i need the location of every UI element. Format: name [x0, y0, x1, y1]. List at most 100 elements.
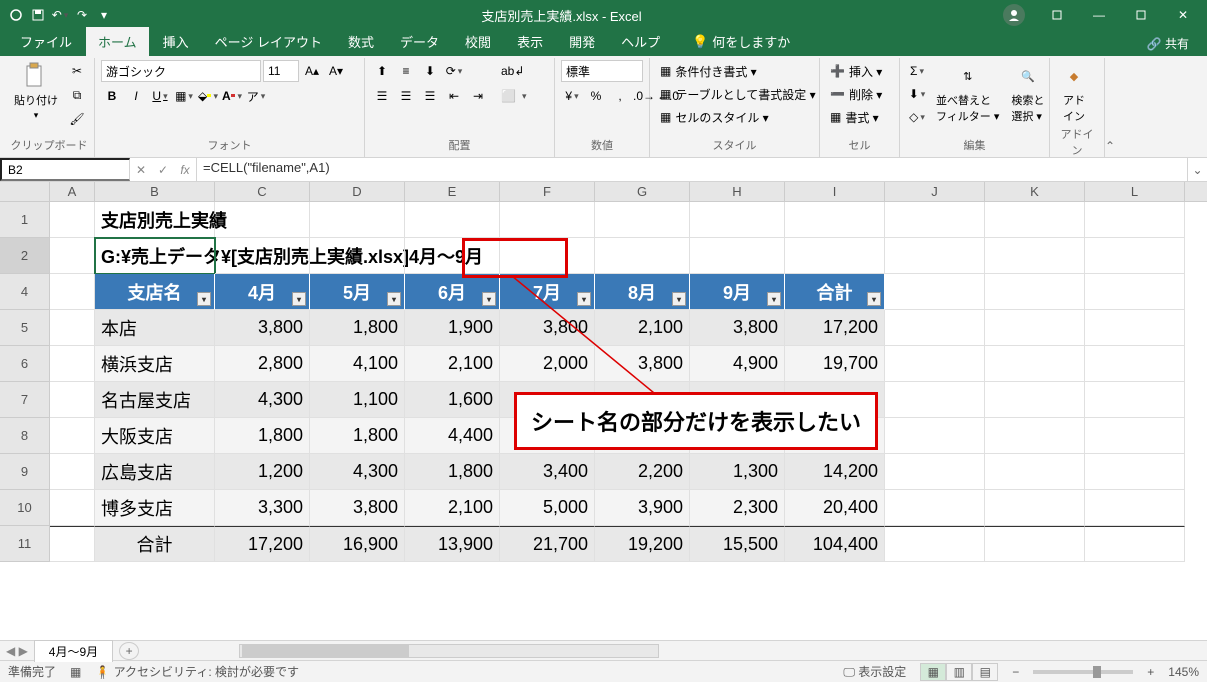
cell[interactable]: 博多支店	[95, 490, 215, 526]
filter-button[interactable]: ▾	[867, 292, 881, 306]
phonetic-button[interactable]: ア	[245, 85, 267, 107]
close-button[interactable]: ✕	[1163, 1, 1203, 29]
row-header[interactable]: 8	[0, 418, 50, 454]
cell[interactable]: 大阪支店	[95, 418, 215, 454]
cell[interactable]	[885, 526, 985, 562]
tab-file[interactable]: ファイル	[8, 27, 84, 56]
cell[interactable]	[405, 202, 500, 238]
cell[interactable]: 1,100	[310, 382, 405, 418]
column-header[interactable]: D	[310, 182, 405, 201]
column-header[interactable]: B	[95, 182, 215, 201]
cell[interactable]	[50, 202, 95, 238]
border-button[interactable]: ▦	[173, 85, 195, 107]
cell[interactable]: 2,100	[595, 310, 690, 346]
cell[interactable]: 1,800	[215, 418, 310, 454]
column-header[interactable]: H	[690, 182, 785, 201]
autosum-icon[interactable]: Σ	[906, 60, 928, 82]
format-cells-button[interactable]: ▦ 書式 ▾	[826, 106, 883, 128]
cell[interactable]: 広島支店	[95, 454, 215, 490]
cell[interactable]: 6月▾	[405, 274, 500, 310]
zoom-slider[interactable]	[1033, 670, 1133, 674]
page-break-view-icon[interactable]: ▤	[972, 663, 998, 681]
bold-button[interactable]: B	[101, 85, 123, 107]
row-header[interactable]: 11	[0, 526, 50, 562]
cell[interactable]: 8月▾	[595, 274, 690, 310]
cell[interactable]	[985, 274, 1085, 310]
cell[interactable]	[885, 238, 985, 274]
cell[interactable]	[985, 310, 1085, 346]
clear-icon[interactable]: ◇	[906, 106, 928, 128]
cell[interactable]	[595, 202, 690, 238]
cell[interactable]: 1,900	[405, 310, 500, 346]
wrap-text-button[interactable]: ab↲	[497, 60, 530, 82]
accounting-format-icon[interactable]: ¥	[561, 85, 583, 107]
cell[interactable]	[1085, 526, 1185, 562]
column-header[interactable]: F	[500, 182, 595, 201]
cell[interactable]: 2,300	[690, 490, 785, 526]
cell[interactable]	[50, 310, 95, 346]
share-button[interactable]: 🔗 共有	[1139, 31, 1197, 56]
cell[interactable]: 17,200	[215, 526, 310, 562]
cell[interactable]: 3,400	[500, 454, 595, 490]
cell[interactable]: 14,200	[785, 454, 885, 490]
status-macro-icon[interactable]: ▦	[70, 665, 81, 679]
insert-function-icon[interactable]: fx	[174, 159, 196, 181]
cell[interactable]	[885, 346, 985, 382]
cell-styles-button[interactable]: ▦ セルのスタイル ▾	[656, 106, 773, 128]
cell[interactable]	[1085, 490, 1185, 526]
cell[interactable]: 4月▾	[215, 274, 310, 310]
cell[interactable]: 本店	[95, 310, 215, 346]
font-color-button[interactable]: A	[221, 85, 243, 107]
cell[interactable]	[595, 418, 690, 454]
tab-view[interactable]: 表示	[505, 27, 555, 56]
sheet-tab[interactable]: 4月～9月	[34, 640, 113, 662]
cell[interactable]	[985, 382, 1085, 418]
orientation-icon[interactable]: ⟳	[443, 60, 465, 82]
align-middle-icon[interactable]: ≡	[395, 60, 417, 82]
cell[interactable]: 2,200	[595, 454, 690, 490]
cell[interactable]: 名古屋支店	[95, 382, 215, 418]
cell[interactable]	[885, 490, 985, 526]
align-bottom-icon[interactable]: ⬇	[419, 60, 441, 82]
cell[interactable]: 15,500	[690, 526, 785, 562]
cancel-formula-icon[interactable]: ✕	[130, 159, 152, 181]
cell[interactable]	[985, 202, 1085, 238]
zoom-level[interactable]: 145%	[1168, 665, 1199, 679]
formula-input[interactable]: =CELL("filename",A1)	[197, 158, 1187, 181]
cell[interactable]: 4,400	[405, 418, 500, 454]
cell[interactable]: 2,800	[215, 346, 310, 382]
cell[interactable]: 13,900	[405, 526, 500, 562]
spreadsheet-grid[interactable]: ABCDEFGHIJKL 124567891011 支店別売上実績G:¥売上デー…	[0, 182, 1207, 640]
tab-page-layout[interactable]: ページ レイアウト	[203, 27, 334, 56]
page-layout-view-icon[interactable]: ▥	[946, 663, 972, 681]
filter-button[interactable]: ▾	[672, 292, 686, 306]
font-size-select[interactable]	[263, 60, 299, 82]
filter-button[interactable]: ▾	[577, 292, 591, 306]
cell[interactable]	[690, 238, 785, 274]
paste-button[interactable]: 貼り付け▾	[10, 60, 62, 123]
cell[interactable]: 1,800	[310, 310, 405, 346]
cell[interactable]: 支店名▾	[95, 274, 215, 310]
cell[interactable]: 1,600	[405, 382, 500, 418]
minimize-button[interactable]: —	[1079, 1, 1119, 29]
cell[interactable]	[595, 382, 690, 418]
cell[interactable]: 20,400	[785, 490, 885, 526]
cell[interactable]: 2,100	[405, 490, 500, 526]
cell[interactable]	[500, 418, 595, 454]
cell[interactable]: 1,300	[690, 454, 785, 490]
column-header[interactable]: C	[215, 182, 310, 201]
filter-button[interactable]: ▾	[387, 292, 401, 306]
underline-button[interactable]: U	[149, 85, 171, 107]
user-avatar[interactable]	[1003, 4, 1025, 26]
cell[interactable]: 合計▾	[785, 274, 885, 310]
select-all-corner[interactable]	[0, 182, 50, 201]
name-box[interactable]	[0, 158, 130, 181]
column-header[interactable]: I	[785, 182, 885, 201]
ribbon-options-icon[interactable]	[1037, 1, 1077, 29]
filter-button[interactable]: ▾	[482, 292, 496, 306]
cell[interactable]	[985, 490, 1085, 526]
cell[interactable]	[1085, 418, 1185, 454]
cell[interactable]	[50, 490, 95, 526]
tab-home[interactable]: ホーム	[86, 27, 149, 56]
cell[interactable]	[50, 238, 95, 274]
